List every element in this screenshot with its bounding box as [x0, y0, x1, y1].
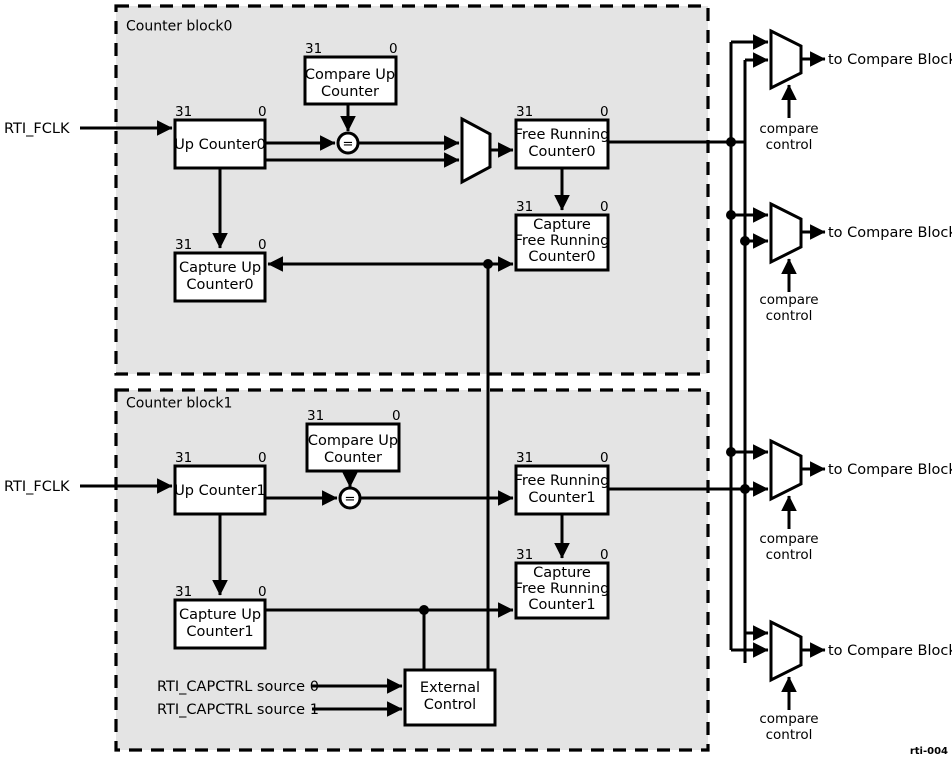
block-label-capture-frc1-l2: Free Running	[515, 581, 610, 597]
block-label-compare-up-counter1-l1: Compare Up	[308, 433, 398, 449]
mux-compare-block3	[769, 619, 803, 683]
block-label-frc0-l1: Free Running	[515, 127, 610, 143]
bitlabel-frc0-msb: 31	[516, 104, 533, 120]
input-label-rti-fclk-1: RTI_FCLK	[4, 479, 70, 495]
bitlabel-up-counter1-msb: 31	[175, 450, 192, 466]
mux-compare-block1	[769, 201, 803, 265]
rti-counter-block-diagram: Counter block0 Counter block1 RTI_FCLK 3…	[4, 4, 952, 757]
bitlabel-frc1-lsb: 0	[600, 450, 609, 466]
bitlabel-capture-frc1-lsb: 0	[600, 547, 609, 563]
block-label-capture-frc0-l1: Capture	[533, 217, 591, 233]
mux-control-label-2-l1: compare	[759, 531, 818, 547]
block-label-external-control-l2: Control	[424, 697, 476, 713]
mux-compare-block0	[769, 28, 803, 91]
mux-control-label-3-l2: control	[766, 727, 813, 743]
input-label-rti-capctrl-source-1: RTI_CAPCTRL source 1	[157, 702, 319, 718]
block-label-frc0-l2: Counter0	[528, 144, 595, 160]
mux-control-label-2-l2: control	[766, 547, 813, 563]
bitlabel-frc0-lsb: 0	[600, 104, 609, 120]
output-label-compare-block1: to Compare Block1	[828, 225, 952, 241]
block-label-capture-frc0-l3: Counter0	[528, 249, 595, 265]
block-label-capture-frc1-l1: Capture	[533, 565, 591, 581]
diagram-canvas: Counter block0 Counter block1 RTI_FCLK 3…	[0, 0, 952, 764]
bitlabel-capture-up-counter0-msb: 31	[175, 237, 192, 253]
input-label-rti-capctrl-source-0: RTI_CAPCTRL source 0	[157, 679, 319, 695]
bitlabel-capture-up-counter1-lsb: 0	[258, 584, 267, 600]
mux-control-label-0-l1: compare	[759, 121, 818, 137]
input-label-rti-fclk-0: RTI_FCLK	[4, 121, 70, 137]
output-label-compare-block0: to Compare Block0	[828, 52, 952, 68]
mux-compare-block2	[769, 438, 803, 502]
block-label-compare-up-counter1-l2: Counter	[324, 450, 382, 466]
junction-bus-frc0-cmp2	[726, 447, 736, 457]
block-label-compare-up-counter0-l2: Counter	[321, 84, 379, 100]
mux-control-label-1-l1: compare	[759, 292, 818, 308]
bitlabel-capture-frc0-lsb: 0	[600, 199, 609, 215]
junction-bus-frc1-cmp1	[740, 236, 750, 246]
bitlabel-capture-up-counter0-lsb: 0	[258, 237, 267, 253]
block-label-capture-frc0-l2: Free Running	[515, 233, 610, 249]
block-label-frc1-l1: Free Running	[515, 473, 610, 489]
bitlabel-capture-frc1-msb: 31	[516, 547, 533, 563]
output-label-compare-block3: to Compare Block3	[828, 643, 952, 659]
figure-id-label: rti-004	[910, 746, 948, 757]
bitlabel-capture-up-counter1-msb: 31	[175, 584, 192, 600]
bitlabel-compare-up-counter0-msb: 31	[305, 41, 322, 57]
block-label-frc1-l2: Counter1	[528, 490, 595, 506]
bitlabel-up-counter1-lsb: 0	[258, 450, 267, 466]
mux-control-label-1-l2: control	[766, 308, 813, 324]
comparator-eq0-symbol: =	[343, 137, 354, 152]
bitlabel-up-counter0-msb: 31	[175, 104, 192, 120]
block-label-capture-up-counter0-l2: Counter0	[186, 277, 253, 293]
block-label-external-control-l1: External	[420, 680, 480, 696]
bitlabel-compare-up-counter0-lsb: 0	[389, 41, 398, 57]
block-label-capture-up-counter1-l1: Capture Up	[179, 607, 261, 623]
output-label-compare-block2: to Compare Block2	[828, 462, 952, 478]
bitlabel-compare-up-counter1-lsb: 0	[392, 408, 401, 424]
bitlabel-capture-frc0-msb: 31	[516, 199, 533, 215]
comparator-eq1-symbol: =	[345, 492, 356, 507]
mux-control-label-3-l1: compare	[759, 711, 818, 727]
bitlabel-up-counter0-lsb: 0	[258, 104, 267, 120]
region-label-block0: Counter block0	[126, 19, 232, 35]
block-label-capture-up-counter1-l2: Counter1	[186, 624, 253, 640]
block-label-compare-up-counter0-l1: Compare Up	[305, 67, 395, 83]
block-label-capture-up-counter0-l1: Capture Up	[179, 260, 261, 276]
region-counter-block0	[114, 4, 710, 376]
block-label-capture-frc1-l3: Counter1	[528, 597, 595, 613]
mux-control-label-0-l2: control	[766, 137, 813, 153]
bitlabel-compare-up-counter1-msb: 31	[307, 408, 324, 424]
block-label-up-counter1: Up Counter1	[174, 483, 266, 499]
block-label-up-counter0: Up Counter0	[174, 137, 266, 153]
region-label-block1: Counter block1	[126, 396, 232, 412]
junction-bus-frc0-cmp1	[726, 210, 736, 220]
bitlabel-frc1-msb: 31	[516, 450, 533, 466]
